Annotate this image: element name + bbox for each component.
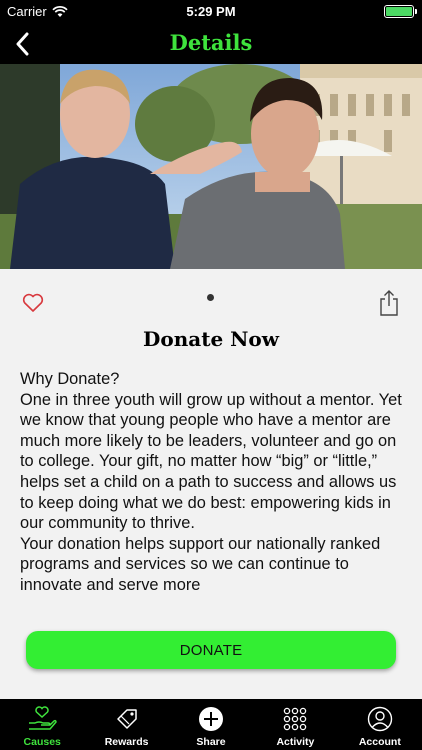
headline: Donate Now bbox=[143, 327, 279, 351]
hand-heart-icon bbox=[29, 706, 57, 730]
clock: 5:29 PM bbox=[186, 4, 236, 19]
page-title: Details bbox=[169, 30, 253, 55]
paragraph-mentor: One in three youth will grow up without … bbox=[20, 390, 402, 533]
detail-panel: Donate Now Why Donate? One in three yout… bbox=[0, 269, 422, 699]
tab-share[interactable]: Share bbox=[169, 699, 253, 750]
favorite-button[interactable] bbox=[22, 293, 44, 318]
paragraph-support: Your donation helps support our national… bbox=[20, 534, 381, 594]
tab-causes[interactable]: Causes bbox=[0, 699, 84, 750]
hero-photo bbox=[0, 64, 422, 269]
description-text: Why Donate? One in three youth will grow… bbox=[20, 369, 404, 607]
tab-label: Activity bbox=[276, 736, 315, 748]
tab-label: Share bbox=[196, 736, 226, 748]
navigation-bar: Details bbox=[0, 24, 422, 64]
plus-circle-icon bbox=[199, 707, 224, 731]
tab-label: Rewards bbox=[104, 736, 149, 748]
grid-dots-icon bbox=[284, 707, 307, 731]
tab-rewards[interactable]: Rewards bbox=[84, 699, 168, 750]
donate-button[interactable]: DONATE bbox=[26, 631, 396, 669]
heart-icon bbox=[22, 293, 44, 312]
battery-icon bbox=[384, 5, 417, 18]
tag-icon bbox=[116, 709, 137, 729]
share-icon bbox=[380, 290, 398, 316]
tab-activity[interactable]: Activity bbox=[253, 699, 337, 750]
status-bar: Carrier 5:29 PM bbox=[0, 0, 422, 24]
paragraph-why: Why Donate? bbox=[20, 370, 120, 388]
user-circle-icon bbox=[367, 706, 393, 732]
tab-label: Causes bbox=[23, 736, 61, 748]
tab-bar: Causes Rewards Share Activity Account bbox=[0, 699, 422, 750]
page-indicator bbox=[207, 294, 214, 301]
share-button[interactable] bbox=[378, 289, 400, 322]
tab-label: Account bbox=[358, 736, 401, 748]
tab-account[interactable]: Account bbox=[338, 699, 422, 750]
